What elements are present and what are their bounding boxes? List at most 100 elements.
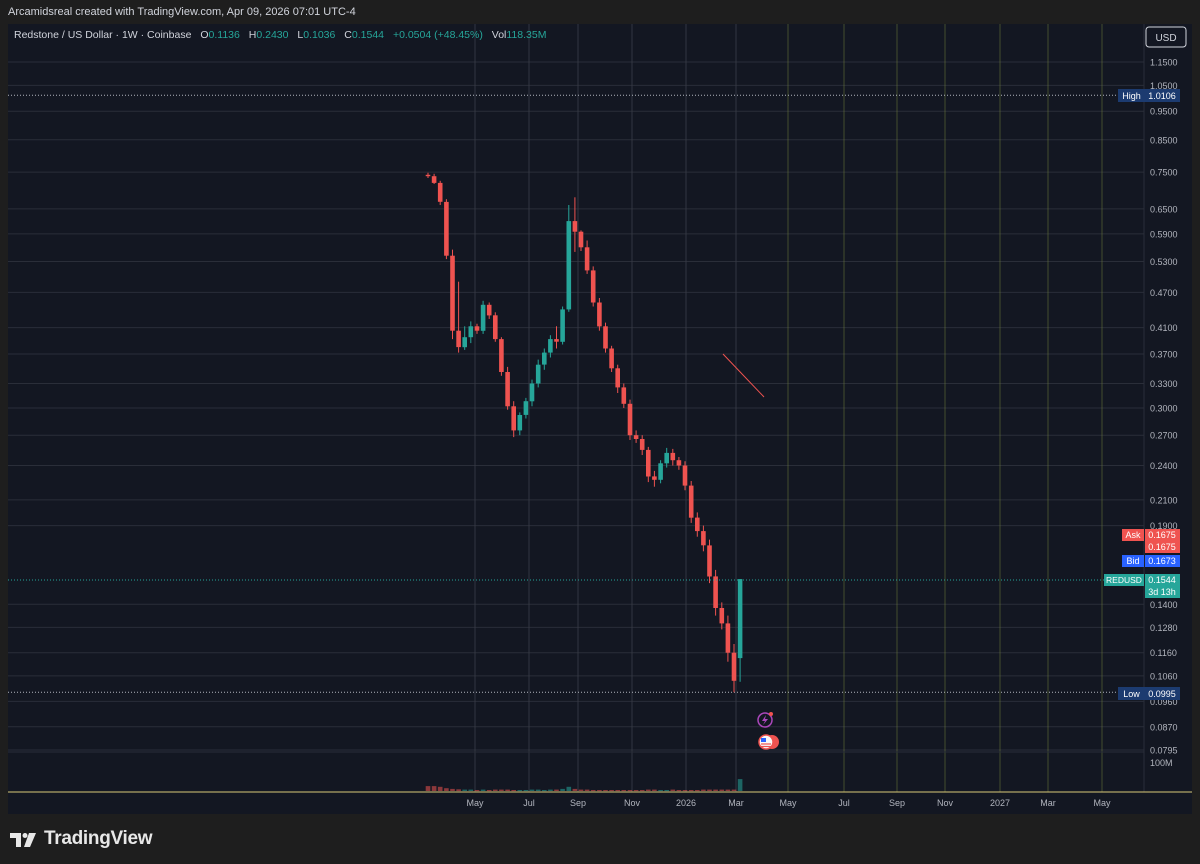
candle-body (719, 608, 725, 624)
volume-bar (652, 789, 657, 791)
high-tag-label: High (1122, 91, 1141, 101)
candle[interactable] (493, 312, 498, 342)
time-tick-label: 2026 (676, 798, 696, 808)
candle[interactable] (560, 306, 565, 345)
candle-body (444, 201, 449, 256)
volume-bar (505, 789, 510, 791)
event-marker-flash[interactable] (757, 712, 773, 728)
time-tick-label: May (466, 798, 484, 808)
chart-caption: Arcamidsreal created with TradingView.co… (0, 0, 1200, 24)
volume-bar (639, 790, 645, 792)
high-tag-value: 1.0106 (1148, 91, 1176, 101)
volume-bar (670, 789, 676, 791)
candle[interactable] (609, 345, 614, 372)
candle[interactable] (437, 180, 443, 205)
legend-open-value: 0.1136 (209, 29, 240, 41)
candle-body (713, 576, 718, 608)
time-tick-label: Nov (624, 798, 641, 808)
candle-body (609, 348, 614, 369)
tradingview-logo-icon (10, 833, 36, 847)
volume-bar (554, 789, 559, 791)
high-tag: High 1.0106 (1118, 89, 1180, 102)
time-tick-label: Nov (937, 798, 954, 808)
tradingview-brand-text: TradingView (44, 828, 153, 849)
price-tick-label: 0.2700 (1150, 431, 1178, 441)
candle[interactable] (499, 337, 504, 376)
bar-countdown: 3d 13h (1148, 587, 1176, 597)
candle-body (590, 270, 596, 303)
chart-background (8, 24, 1192, 814)
volume-bar (566, 786, 572, 791)
candle-body (535, 364, 541, 384)
notification-dot-icon (769, 712, 773, 716)
candle[interactable] (627, 399, 633, 440)
candle-body (603, 326, 608, 349)
volume-bar (688, 790, 694, 792)
event-marker-economic[interactable] (758, 734, 779, 750)
candle-body (542, 352, 547, 365)
candle-body (480, 304, 486, 331)
candle-body (615, 368, 620, 388)
candle[interactable] (505, 366, 510, 410)
candle[interactable] (450, 249, 455, 340)
volume-bar (584, 789, 590, 791)
candle-body (468, 326, 474, 338)
volume-bar (523, 790, 529, 792)
price-tick-label: 0.7500 (1150, 168, 1178, 178)
candle[interactable] (480, 300, 486, 334)
chart-legend: Redstone / US Dollar · 1W · Coinbase O0.… (14, 29, 546, 41)
candle-body (493, 315, 498, 340)
price-chart[interactable]: 1.15001.05000.95000.85000.75000.65000.59… (8, 24, 1192, 814)
volume-bar (609, 790, 614, 792)
candle-body (652, 476, 657, 480)
candle-body (437, 182, 443, 202)
price-tick-label: 0.2100 (1150, 495, 1178, 505)
volume-bar (486, 790, 492, 792)
time-tick-label: Sep (570, 798, 586, 808)
volume-bar (731, 789, 737, 791)
price-tick-label: 1.1500 (1150, 58, 1178, 68)
time-tick-label: Jul (838, 798, 850, 808)
candle-body (584, 247, 590, 271)
low-tag-value: 0.0995 (1148, 689, 1176, 699)
volume-bar (590, 790, 596, 792)
candle[interactable] (444, 199, 449, 260)
volume-bar (719, 789, 725, 791)
candle-body (597, 302, 602, 327)
legend-close-value: 0.1544 (352, 29, 384, 41)
candle-body (676, 460, 682, 466)
candle[interactable] (590, 266, 596, 307)
time-tick-label: Mar (728, 798, 744, 808)
candle-body (554, 339, 559, 342)
candle[interactable] (597, 298, 602, 331)
volume-bar (548, 789, 553, 791)
volume-bar (603, 790, 608, 792)
price-tick-label: 0.3300 (1150, 379, 1178, 389)
price-tick-label: 0.1400 (1150, 600, 1178, 610)
candle-body (456, 330, 461, 348)
legend-change: +0.0504 (+48.45%) (393, 29, 483, 41)
bid-tag-label: Bid (1126, 556, 1139, 566)
chart-area[interactable]: 1.1500 1.0500 0.9500 0.8500 0.7500 0.6500 0.59… (8, 24, 1192, 814)
price-tick-label: 0.4700 (1150, 288, 1178, 298)
price-tick-label: 0.5900 (1150, 229, 1178, 239)
candle[interactable] (688, 481, 694, 523)
currency-button-label[interactable]: USD (1155, 33, 1176, 44)
candle-body (486, 304, 492, 316)
candle[interactable] (603, 322, 608, 353)
time-tick-label: May (1093, 798, 1111, 808)
candle-body (701, 531, 706, 546)
price-tick-label: 0.0795 (1150, 746, 1178, 756)
candle-body (670, 452, 676, 461)
ask-tag-value: 0.1675 (1148, 530, 1176, 540)
price-tick-label: 0.3700 (1150, 350, 1178, 360)
price-tick-label: 0.4100 (1150, 323, 1178, 333)
time-tick-label: Jul (523, 798, 535, 808)
footer: TradingView (0, 818, 1200, 864)
volume-bar (474, 790, 480, 792)
candle-body (578, 231, 584, 248)
volume-bar (646, 789, 651, 791)
candle-body (621, 387, 627, 404)
currency-button[interactable]: USD (1145, 26, 1187, 48)
tradingview-logo[interactable]: TradingView (10, 828, 153, 850)
